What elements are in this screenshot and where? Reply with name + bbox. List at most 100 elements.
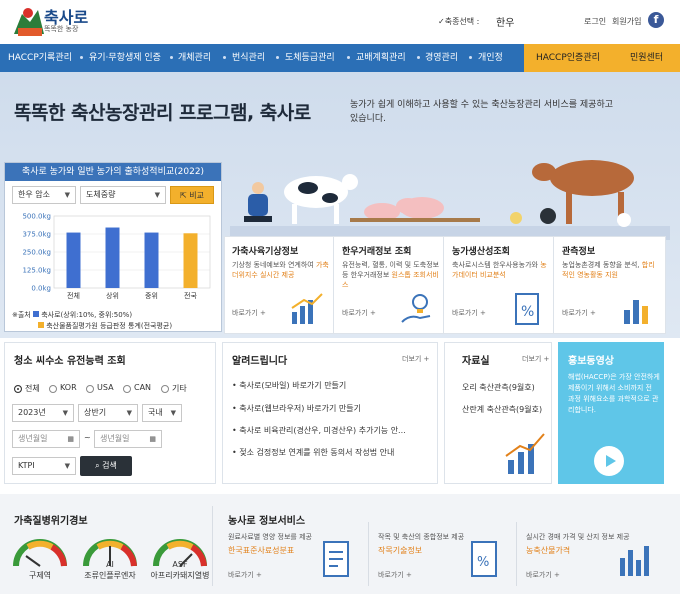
gauge-label-fmd: 구제역 [28,571,52,580]
calendar-icon[interactable]: ▦ [149,431,156,447]
nav-haccp-cert[interactable]: HACCP인증관리 [536,44,600,72]
nav-item-haccp-records[interactable]: HACCP기록관리 [8,44,72,72]
cattle-type-value: 한우 암소 [18,190,50,199]
calendar-icon[interactable]: ▦ [67,431,74,447]
metric-select[interactable]: 도체중량 ▼ [80,186,166,204]
hero-description: 농가가 쉽게 이해하고 사용할 수 있는 축산농장관리 서비스를 제공하고 있습… [350,100,614,124]
gauge-label-asf: 아프리카돼지열병 [150,571,210,580]
card-title: 농가생산성조회 [452,247,510,257]
document-percent-icon: % [515,293,539,325]
bar-중위 [144,232,159,288]
search-button[interactable]: ⌕ 검색 [80,456,132,476]
data-room-item[interactable]: 산란계 축산관측(9월호) [462,404,542,415]
chevron-down-icon: ▼ [64,462,70,470]
card-hanwoo-trade[interactable]: 한우거래정보 조회 유전능력, 혈통, 이력 및 도축정보 등 한우거래정보 원… [334,236,444,334]
notice-item[interactable]: • 축사로(모바일) 바로가기 만들기 [232,380,346,391]
card-observation[interactable]: 관측정보 농업농촌경제 동향을 분석, 합리적인 영농활동 지원 바로가기 + [554,236,666,334]
card-desc: 기상청 동네예보와 연계하여 가축더위지수 실시간 제공 [232,261,329,279]
notice-more-link[interactable]: 더보기 + [402,354,429,364]
service-more-link[interactable]: 바로가기 + [378,570,412,580]
notice-item[interactable]: • 젖소 검정정보 연계를 위한 동의서 작성법 안내 [232,447,394,458]
radio-label-can: CAN [134,383,152,392]
nav-item-breeding[interactable]: 번식관리 [232,44,265,72]
service-more-link[interactable]: 바로가기 + [526,570,560,580]
birth-from-input[interactable]: 생년월일 ▦ [12,430,80,448]
metric-value: 도체중량 [86,190,116,199]
half-value: 상반기 [84,408,107,417]
service-more-link[interactable]: 바로가기 + [228,570,262,580]
card-more-link[interactable]: 바로가기 + [342,308,376,318]
nav-civil-center[interactable]: 민원센터 [630,44,663,72]
radio-can[interactable] [123,385,131,393]
index-select[interactable]: KTPI ▼ [12,457,76,475]
promo-description: 해썹(HACCP)은 가장 안전하게 제품이기 위해서 소비까지 전 과정 위해… [568,373,660,414]
card-more-link[interactable]: 바로가기 + [452,308,486,318]
y-tick-label: 0.0kg [31,285,51,293]
nav-item-carcass[interactable]: 도체등급관리 [285,44,335,72]
data-room-title: 자료실 [462,356,490,367]
service-highlight[interactable]: 한국표준사료성분표 [228,545,294,556]
birth-from-placeholder: 생년월일 [18,434,48,443]
bar-상위 [105,227,120,288]
nav-separator [170,56,173,59]
nav-separator [80,56,83,59]
play-icon[interactable] [594,446,624,476]
birth-to-input[interactable]: 생년월일 ▦ [94,430,162,448]
gauge-fmd-icon [13,539,67,567]
card-productivity[interactable]: 농가생산성조회 축사로시스템 한우사용농가와 농가데이터 비교분석 바로가기 +… [444,236,554,334]
price-chart-icon [620,546,649,576]
chevron-down-icon: ▼ [154,191,160,199]
radio-kor[interactable] [49,385,57,393]
service-highlight[interactable]: 농축산물가격 [526,545,570,556]
service-highlight[interactable]: 작목기술정보 [378,545,422,556]
index-value: KTPI [18,461,35,470]
svg-text:%: % [477,555,489,570]
species-label: ✓축종선택 : [438,17,480,26]
nav-item-individual[interactable]: 개체관리 [178,44,211,72]
card-more-link[interactable]: 바로가기 + [562,308,596,318]
compare-panel-title: 축사로 농가와 일반 농가의 출하성적비교(2022) [5,163,221,181]
radio-usa[interactable] [86,385,94,393]
origin-select[interactable]: 국내 ▼ [142,404,182,422]
card-more-link[interactable]: 바로가기 + [232,308,266,318]
data-room-item[interactable]: 오리 축산관측(9월호) [462,382,535,393]
chart-growth-icon [291,293,323,324]
document-percent-icon: % [471,541,497,577]
year-select[interactable]: 2023년 ▼ [12,404,74,422]
compare-legend-1: ※출처 축사로(상위:10%, 중위:50%) [12,310,132,320]
radio-label-all: 전체 [25,384,40,393]
cattle-type-select[interactable]: 한우 암소 ▼ [12,186,76,204]
breed-search-title: 청소 씨수소 유전능력 조회 [14,356,126,367]
radio-other[interactable] [161,385,169,393]
compare-button[interactable]: ⇱ 비교 [170,186,214,204]
service-desc: 원료사료별 영양 정보를 제공 [228,533,312,541]
nav-item-mating[interactable]: 교배계획관리 [356,44,406,72]
join-link[interactable]: 회원가입 [612,16,641,27]
radio-all[interactable] [14,385,22,393]
login-link[interactable]: 로그인 [584,16,606,27]
card-weather[interactable]: 가축사육기상정보 기상청 동네예보와 연계하여 가축더위지수 실시간 제공 바로… [224,236,334,334]
nav-item-personal[interactable]: 개인정 [478,44,503,72]
facebook-icon[interactable]: f [648,12,664,28]
y-tick-label: 375.0kg [22,231,51,239]
card-desc: 농업농촌경제 동향을 분석, 합리적인 영농활동 지원 [562,261,655,279]
nav-item-organic[interactable]: 유기·무항생제 인증 [89,44,161,72]
origin-value: 국내 [148,408,163,417]
services-title: 농사로 정보서비스 [228,516,306,527]
nav-item-management[interactable]: 경영관리 [425,44,458,72]
hand-bulb-icon [401,294,431,323]
notice-item[interactable]: • 축사로(웹브라우저) 바로가기 만들기 [232,403,361,414]
notice-item[interactable]: • 축사로 비육관리(경산우, 미경산우) 추가기능 안... [232,425,406,436]
x-tick-label: 상위 [106,291,119,300]
note-label: ※출처 [12,311,31,319]
y-tick-label: 250.0kg [22,249,51,257]
chevron-down-icon: ▼ [170,409,176,417]
data-room-more-link[interactable]: 더보기 + [522,354,549,364]
nav-separator [347,56,350,59]
legend-swatch-2 [38,322,44,328]
half-select[interactable]: 상반기 ▼ [78,404,138,422]
data-chart-icon [505,433,545,474]
y-tick-label: 500.0kg [22,213,51,221]
species-select[interactable]: 한우 [496,14,514,29]
x-tick-label: 전국 [184,291,197,300]
